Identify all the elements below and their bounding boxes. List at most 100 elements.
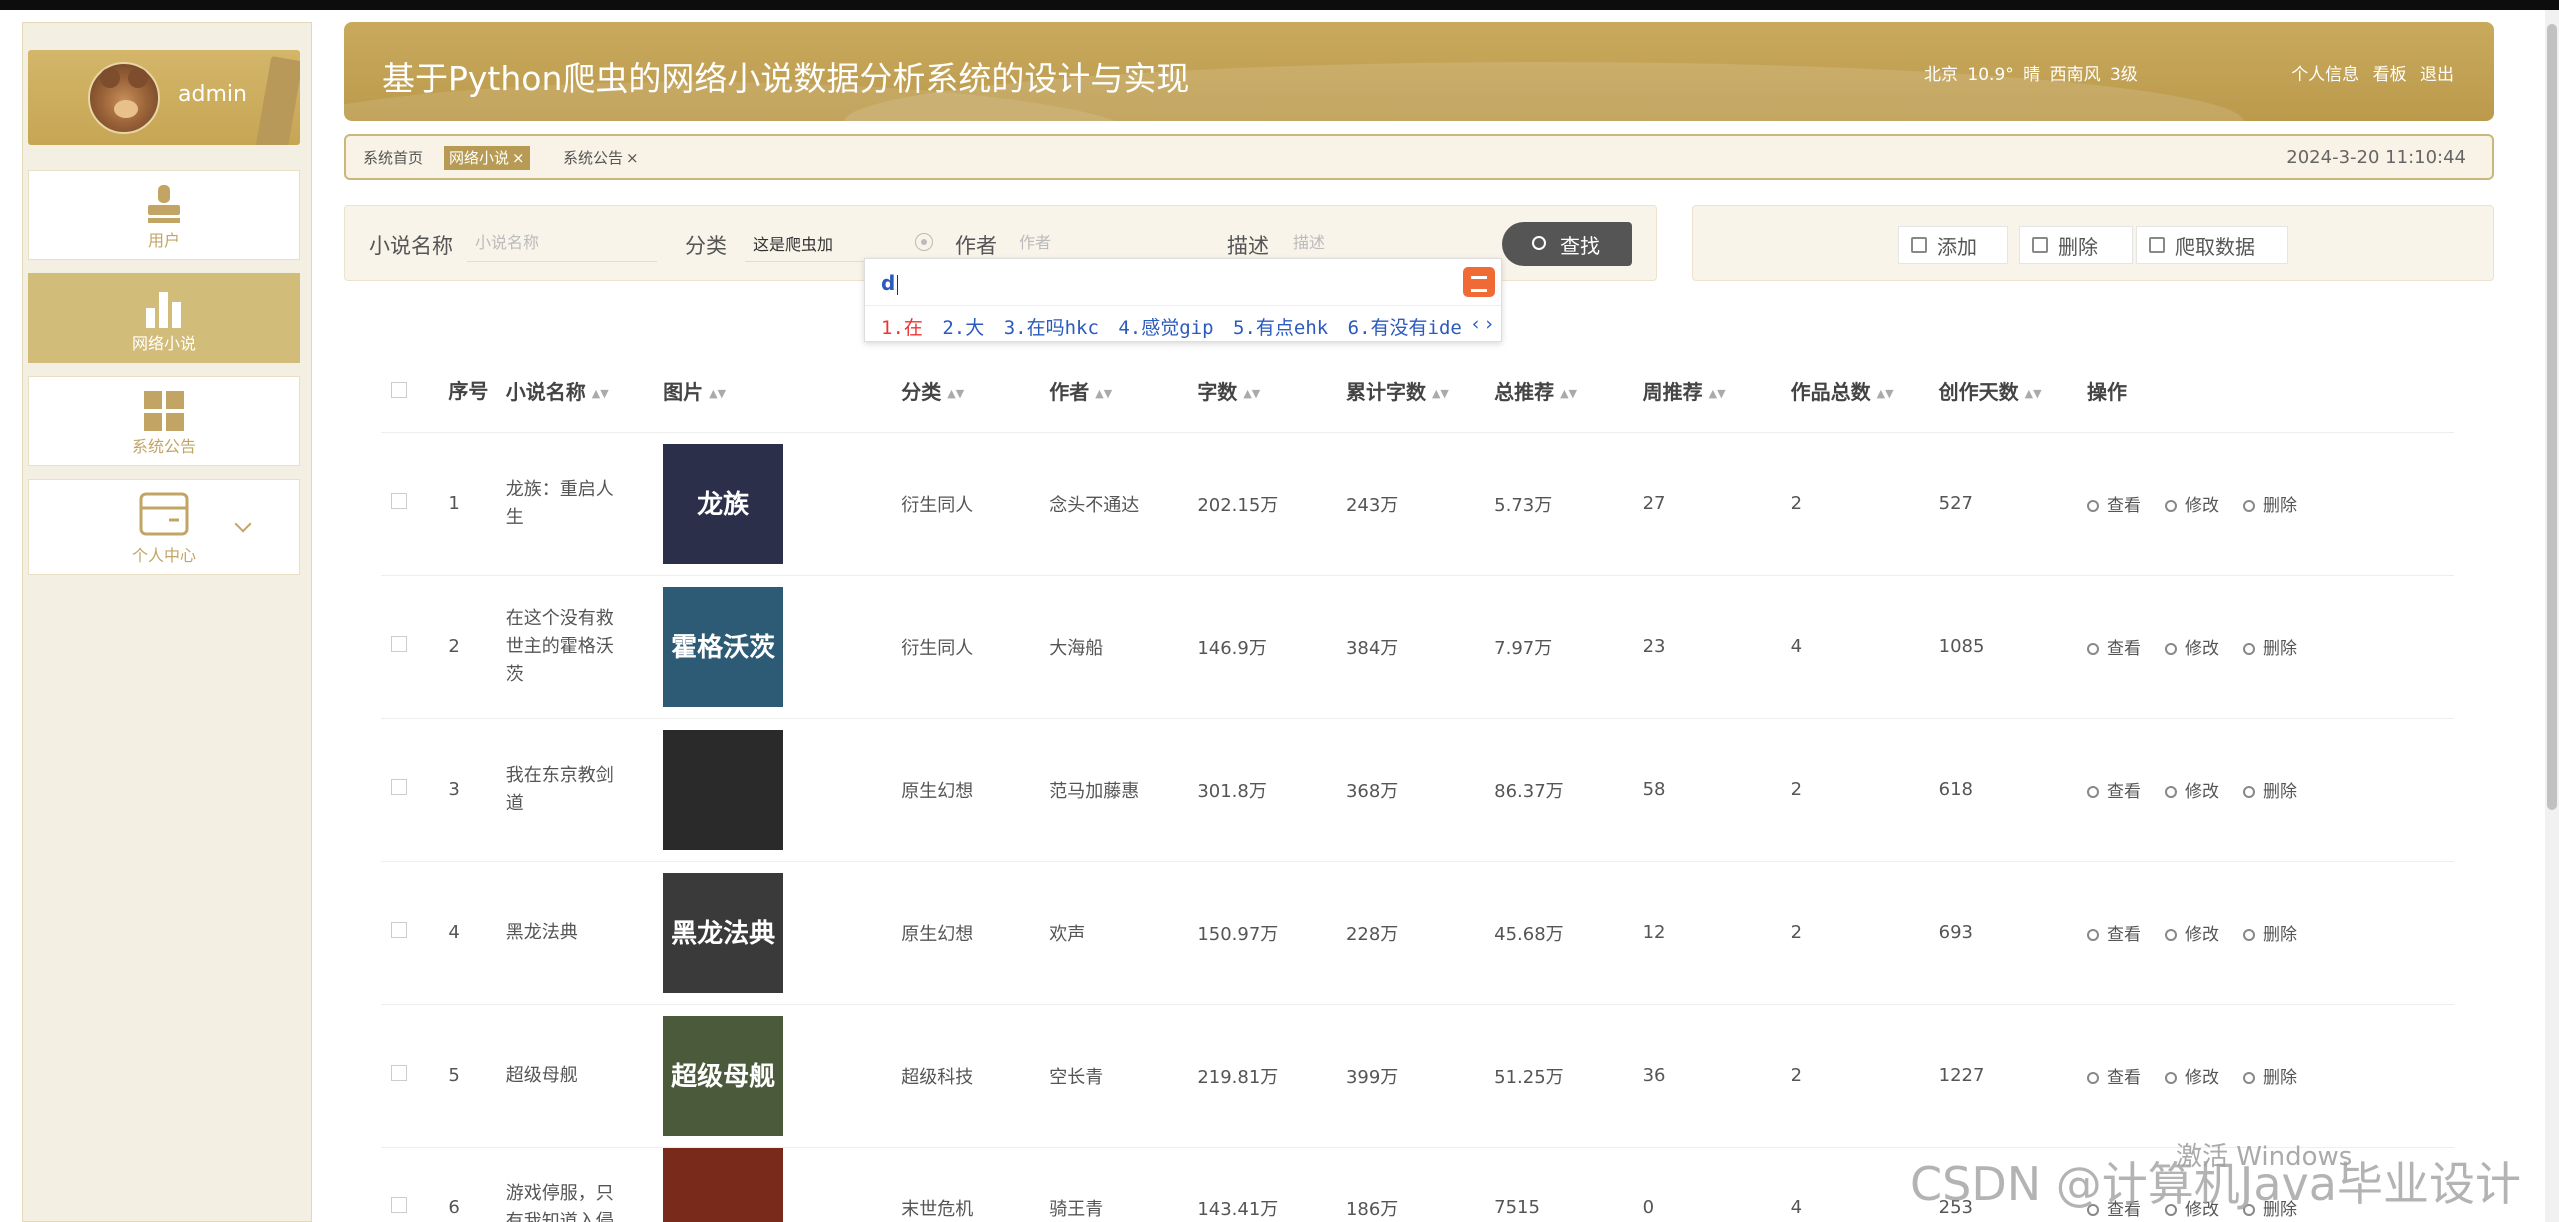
page-scrollbar[interactable]: [2545, 10, 2559, 1222]
sidebar-item-user[interactable]: 用户: [28, 170, 300, 260]
cell-category: 末世危机: [901, 1147, 1050, 1222]
col-week-rec[interactable]: 周推荐 ▲▼: [1642, 350, 1791, 433]
edit-button[interactable]: 修改: [2165, 925, 2219, 945]
cell-total-rec: 5.73万: [1494, 432, 1643, 576]
row-checkbox[interactable]: [391, 636, 407, 652]
col-cover[interactable]: 图片 ▲▼: [663, 350, 902, 433]
tab-home[interactable]: 系统首页: [358, 146, 428, 170]
cell-days: 1227: [1938, 1004, 2088, 1148]
view-button[interactable]: 查看: [2087, 925, 2141, 945]
col-days[interactable]: 创作天数 ▲▼: [1938, 350, 2088, 433]
col-ops: 操作: [2087, 350, 2454, 433]
cell-total-rec: 7.97万: [1494, 575, 1643, 719]
sidebar-item-profile-center[interactable]: 个人中心: [28, 479, 300, 575]
cell-author: 大海船: [1049, 575, 1198, 719]
header-links: 个人信息 看板 退出: [2283, 60, 2454, 85]
cell-words: 202.15万: [1197, 432, 1346, 576]
edit-button[interactable]: 修改: [2165, 782, 2219, 802]
col-no: 序号: [448, 350, 506, 433]
delete-row-button[interactable]: 删除: [2243, 782, 2297, 802]
logout-link[interactable]: 退出: [2420, 65, 2454, 85]
row-checkbox[interactable]: [391, 493, 407, 509]
tab-announcements[interactable]: 系统公告 ×: [558, 146, 644, 170]
col-category[interactable]: 分类 ▲▼: [901, 350, 1050, 433]
col-total-rec[interactable]: 总推荐 ▲▼: [1494, 350, 1643, 433]
profile-link[interactable]: 个人信息: [2291, 65, 2359, 85]
cell-ops: 查看 修改 删除: [2087, 861, 2454, 1005]
table-row: 2 在这个没有救世主的霍格沃茨 霍格沃茨 衍生同人 大海船 146.9万 384万 7.97万…: [381, 575, 2454, 719]
col-words[interactable]: 字数 ▲▼: [1197, 350, 1346, 433]
select-all-checkbox[interactable]: [391, 381, 407, 398]
search-icon: [2087, 500, 2100, 512]
author-input[interactable]: [1011, 224, 1201, 262]
tab-novels[interactable]: 网络小说 ×: [444, 146, 530, 170]
search-button[interactable]: 查找: [1502, 222, 1632, 266]
row-checkbox[interactable]: [391, 779, 407, 795]
search-icon: [1532, 236, 1546, 250]
cell-works: 2: [1790, 718, 1939, 862]
csdn-watermark: CSDN @计算机Java毕业设计: [1910, 1157, 2521, 1211]
row-checkbox[interactable]: [391, 922, 407, 938]
desc-input[interactable]: [1285, 224, 1475, 262]
edit-icon: [2165, 786, 2178, 798]
col-total-words[interactable]: 累计字数 ▲▼: [1345, 350, 1495, 433]
col-name[interactable]: 小说名称 ▲▼: [505, 350, 664, 433]
close-icon[interactable]: ×: [626, 149, 639, 167]
col-works[interactable]: 作品总数 ▲▼: [1790, 350, 1939, 433]
ime-candidate[interactable]: 5.有点ehk: [1233, 317, 1328, 339]
delete-row-button[interactable]: 删除: [2243, 1068, 2297, 1088]
ime-candidate[interactable]: 3.在吗hkc: [1004, 317, 1099, 339]
search-icon: [2087, 643, 2100, 655]
view-button[interactable]: 查看: [2087, 782, 2141, 802]
view-button[interactable]: 查看: [2087, 1068, 2141, 1088]
ime-candidate[interactable]: 2.大: [942, 317, 984, 339]
card-icon: [139, 492, 189, 540]
sidebar-item-announcements[interactable]: 系统公告: [28, 376, 300, 466]
clear-icon[interactable]: [915, 233, 933, 251]
profile-card[interactable]: admin: [28, 50, 300, 145]
row-checkbox[interactable]: [391, 1197, 407, 1213]
cell-author: 骑王青: [1049, 1147, 1198, 1222]
cell-name: 黑龙法典: [505, 921, 578, 943]
sidebar: admin 用户 网络小说 系统公告 个人中心: [22, 22, 312, 1222]
ime-candidate[interactable]: 4.感觉gip: [1118, 317, 1213, 339]
chevron-down-icon[interactable]: [234, 515, 252, 533]
avatar[interactable]: [88, 62, 160, 134]
cell-days: 1085: [1938, 575, 2088, 719]
cell-name: 在这个没有救世主的霍格沃茨: [505, 607, 614, 685]
edit-icon: [2165, 500, 2178, 512]
category-input[interactable]: [745, 224, 905, 262]
cell-week-rec: 36: [1642, 1004, 1791, 1148]
close-icon[interactable]: ×: [512, 149, 525, 167]
col-author[interactable]: 作者 ▲▼: [1049, 350, 1198, 433]
view-button[interactable]: 查看: [2087, 496, 2141, 516]
dashboard-link[interactable]: 看板: [2373, 65, 2407, 85]
crawl-button[interactable]: 爬取数据: [2136, 226, 2288, 264]
cell-total-rec: 7515: [1494, 1147, 1643, 1222]
sidebar-item-novels[interactable]: 网络小说: [28, 273, 300, 363]
scrollbar-thumb[interactable]: [2547, 24, 2557, 810]
delete-row-button[interactable]: 删除: [2243, 639, 2297, 659]
edit-button[interactable]: 修改: [2165, 496, 2219, 516]
header-banner: 基于Python爬虫的网络小说数据分析系统的设计与实现 北京 10.9° 晴 西…: [344, 22, 2494, 121]
ime-page-arrows[interactable]: ‹ ›: [1472, 313, 1493, 335]
name-input[interactable]: [467, 224, 657, 262]
cell-ops: 查看 修改 删除: [2087, 432, 2454, 576]
delete-button[interactable]: 删除: [2019, 226, 2133, 264]
cell-author: 欢声: [1049, 861, 1198, 1005]
edit-button[interactable]: 修改: [2165, 1068, 2219, 1088]
delete-row-button[interactable]: 删除: [2243, 496, 2297, 516]
ime-candidate[interactable]: 1.在: [881, 317, 923, 339]
add-button[interactable]: 添加: [1898, 226, 2008, 264]
cell-ops: 查看 修改 删除: [2087, 718, 2454, 862]
trash-icon: [2243, 929, 2256, 941]
row-checkbox[interactable]: [391, 1065, 407, 1081]
ime-candidate[interactable]: 6.有没有ide: [1348, 317, 1462, 339]
edit-button[interactable]: 修改: [2165, 639, 2219, 659]
page-title: 基于Python爬虫的网络小说数据分析系统的设计与实现: [382, 59, 1190, 98]
search-icon: [2087, 1072, 2100, 1084]
delete-row-button[interactable]: 删除: [2243, 925, 2297, 945]
edit-icon: [1911, 237, 1927, 253]
cell-author: 空长青: [1049, 1004, 1198, 1148]
view-button[interactable]: 查看: [2087, 639, 2141, 659]
